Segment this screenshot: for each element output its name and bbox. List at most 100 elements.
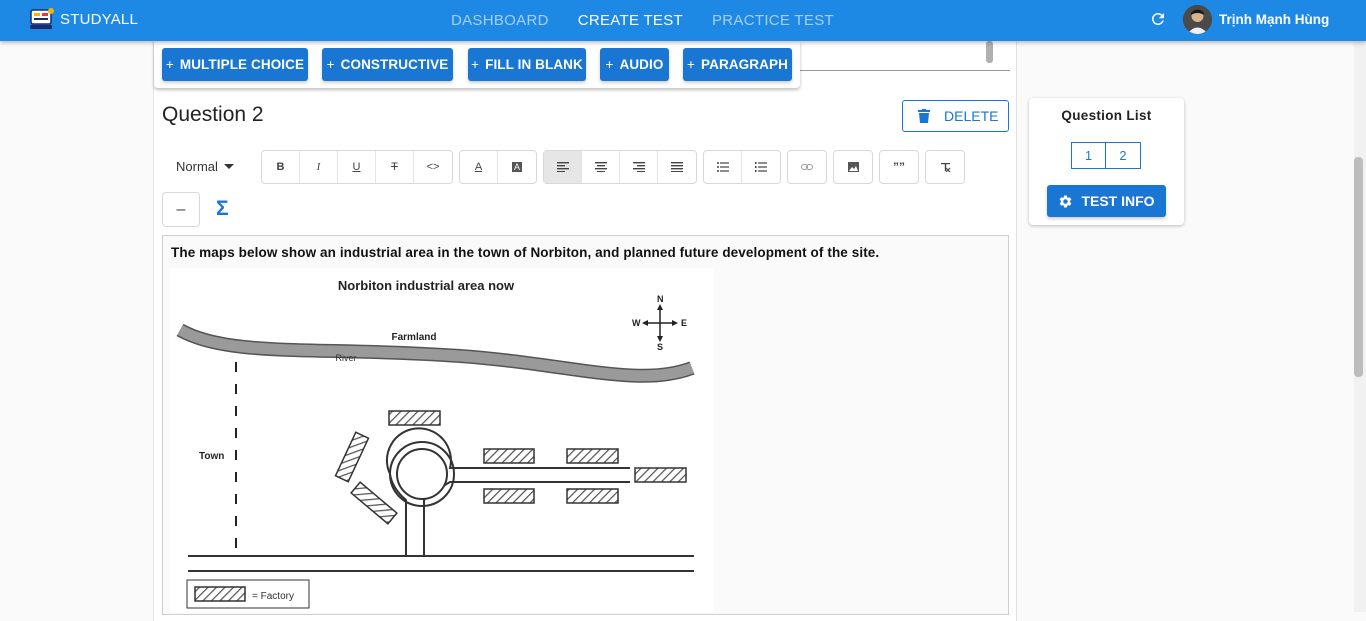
question-number-button[interactable]: 1 (1071, 142, 1106, 169)
logo[interactable]: STUDYALL (28, 5, 138, 33)
map-legend-label: = Factory (252, 591, 294, 602)
color-group: A A (459, 150, 537, 184)
plus-icon: + (471, 57, 480, 72)
question-list-panel: Question List 1 2 TEST INFO (1029, 98, 1184, 225)
align-right-icon (632, 162, 645, 172)
plus-icon: + (326, 57, 335, 72)
nav-create-test[interactable]: CREATE TEST (578, 12, 683, 29)
svg-text:W: W (632, 318, 641, 328)
refresh-icon[interactable] (1149, 10, 1167, 28)
user-avatar[interactable] (1183, 5, 1212, 34)
main-nav: DASHBOARD CREATE TEST PRACTICE TEST (451, 12, 863, 29)
plus-icon: + (165, 57, 174, 72)
align-center-icon (594, 162, 607, 172)
brand-name: STUDYALL (60, 10, 139, 28)
italic-icon: I (316, 161, 321, 173)
background-color-button[interactable]: A (498, 151, 536, 183)
underline-icon: U (352, 161, 361, 173)
bullet-list-button[interactable] (704, 151, 742, 183)
previous-question-scrollbar[interactable] (986, 41, 993, 63)
industrial-map: Norbiton industrial area now N S W E Far… (170, 268, 714, 612)
bold-icon: B (276, 161, 285, 173)
svg-text:S: S (657, 342, 663, 352)
user-name[interactable]: Trịnh Mạnh Hùng (1219, 12, 1329, 27)
previous-question-edge (800, 41, 1010, 71)
sigma-icon: Σ (216, 197, 229, 220)
italic-button[interactable]: I (300, 151, 338, 183)
align-left-icon (556, 162, 569, 172)
align-justify-icon (671, 162, 683, 172)
underline-button[interactable]: U (338, 151, 376, 183)
add-constructive-button[interactable]: + CONSTRUCTIVE (322, 48, 453, 81)
blockquote-button[interactable]: ”” (880, 151, 918, 183)
clear-format-button[interactable] (926, 151, 964, 183)
nav-dashboard[interactable]: DASHBOARD (451, 12, 549, 29)
horizontal-rule-icon: – (176, 200, 186, 218)
clean-group (925, 150, 965, 184)
trash-icon (918, 109, 930, 123)
font-color-button[interactable]: A (460, 151, 498, 183)
add-paragraph-button[interactable]: + PARAGRAPH (683, 48, 792, 81)
factory-legend-swatch (194, 586, 246, 602)
map-town-label: Town (199, 451, 224, 462)
align-group (543, 150, 697, 184)
chevron-down-icon (223, 164, 234, 169)
test-info-label: TEST INFO (1081, 193, 1155, 209)
question-list-title: Question List (1061, 108, 1152, 123)
image-button[interactable] (834, 151, 872, 183)
code-button[interactable]: <> (414, 151, 452, 183)
map-image[interactable]: Norbiton industrial area now N S W E Far… (170, 268, 714, 612)
background-color-icon: A (511, 162, 522, 172)
question-number-button[interactable]: 2 (1106, 142, 1141, 169)
delete-question-button[interactable]: DELETE (902, 100, 1009, 132)
page-scrollbar-thumb[interactable] (1354, 157, 1363, 377)
logo-icon (30, 8, 54, 29)
clear-format-icon (940, 162, 950, 172)
align-left-button[interactable] (544, 151, 582, 183)
delete-label: DELETE (944, 108, 999, 124)
bullet-list-icon (716, 162, 729, 172)
ordered-list-icon (755, 162, 767, 172)
align-right-button[interactable] (620, 151, 658, 183)
list-group (703, 150, 781, 184)
bold-button[interactable]: B (262, 151, 300, 183)
format-group: B I U T <> (261, 150, 453, 184)
formula-button[interactable]: Σ (216, 197, 229, 221)
code-icon: <> (426, 161, 440, 173)
question-prompt[interactable]: The maps below show an industrial area i… (171, 245, 879, 260)
ordered-list-button[interactable] (742, 151, 780, 183)
add-audio-button[interactable]: + AUDIO (600, 48, 669, 81)
horizontal-rule-button[interactable]: – (162, 192, 200, 227)
map-farmland-label: Farmland (391, 332, 436, 343)
plus-icon: + (687, 57, 696, 72)
question-number-group: 1 2 (1071, 142, 1141, 169)
nav-practice-test[interactable]: PRACTICE TEST (712, 12, 834, 29)
plus-icon: + (605, 57, 614, 72)
header-select-value: Normal (176, 159, 218, 174)
link-group (787, 150, 827, 184)
align-justify-button[interactable] (658, 151, 696, 183)
question-title: Question 2 (162, 103, 264, 126)
add-multiple-choice-label: MULTIPLE CHOICE (179, 57, 305, 72)
link-button[interactable] (788, 151, 826, 183)
add-audio-label: AUDIO (619, 57, 664, 72)
strike-icon: T (391, 161, 398, 173)
image-icon (847, 162, 859, 172)
map-river-label: River (335, 353, 356, 363)
test-info-button[interactable]: TEST INFO (1047, 185, 1166, 217)
add-constructive-label: CONSTRUCTIVE (340, 57, 449, 72)
svg-text:E: E (681, 318, 687, 328)
map-title: Norbiton industrial area now (338, 278, 515, 293)
image-group (833, 150, 873, 184)
top-app-bar: STUDYALL DASHBOARD CREATE TEST PRACTICE … (0, 0, 1366, 41)
add-multiple-choice-button[interactable]: + MULTIPLE CHOICE (162, 48, 308, 81)
align-center-button[interactable] (582, 151, 620, 183)
quote-group: ”” (879, 150, 919, 184)
add-paragraph-label: PARAGRAPH (701, 57, 788, 72)
gear-icon (1060, 194, 1072, 207)
blockquote-icon: ”” (893, 160, 905, 174)
header-select[interactable]: Normal (176, 159, 234, 174)
add-fill-in-blank-button[interactable]: + FILL IN BLANK (468, 48, 586, 81)
strike-button[interactable]: T (376, 151, 414, 183)
font-color-icon: A (474, 161, 483, 173)
